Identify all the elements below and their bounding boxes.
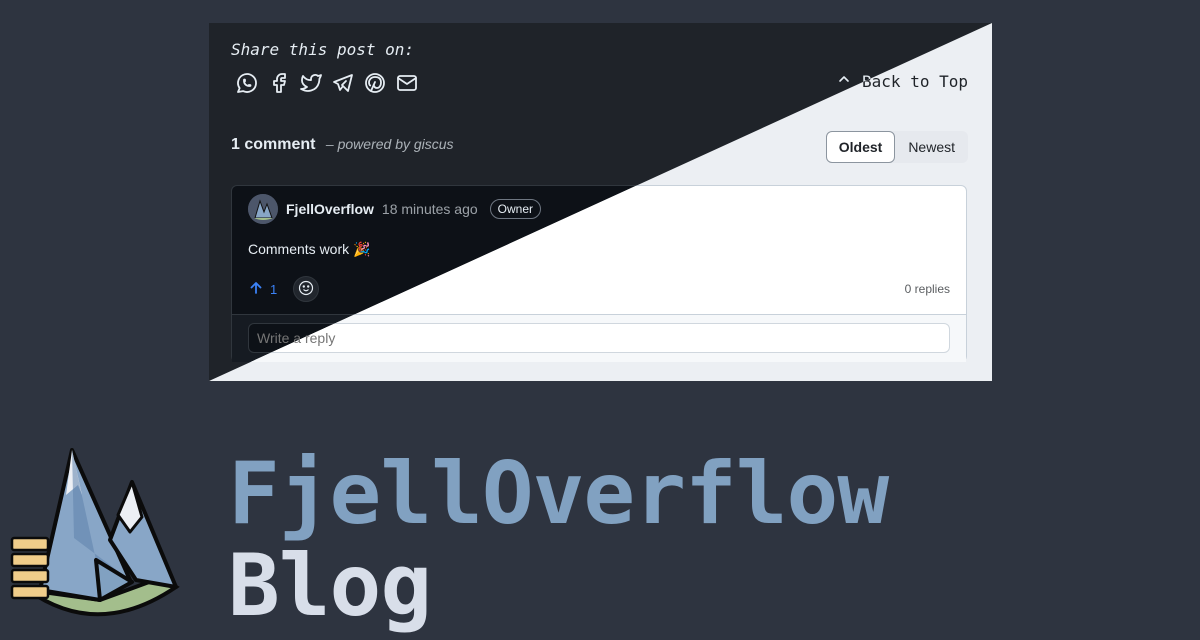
share-title: Share this post on: bbox=[231, 40, 415, 59]
reply-count: 0 replies bbox=[904, 282, 950, 296]
reply-input[interactable] bbox=[248, 323, 950, 353]
smiley-icon bbox=[298, 280, 314, 299]
sort-oldest-button[interactable]: Oldest bbox=[825, 131, 896, 163]
comment-time[interactable]: 18 minutes ago bbox=[382, 201, 478, 217]
comment-count: 1 comment bbox=[231, 136, 316, 153]
mountain-logo-icon bbox=[248, 194, 278, 224]
avatar[interactable] bbox=[248, 194, 278, 224]
pinterest-icon[interactable] bbox=[363, 71, 387, 95]
comment-header: FjellOverflow 18 minutes ago Owner bbox=[248, 194, 541, 224]
site-title[interactable]: FjellOverflow Blog bbox=[228, 444, 889, 636]
owner-badge: Owner bbox=[489, 199, 541, 219]
sort-toggle: Oldest Newest bbox=[825, 131, 968, 163]
comment-body: Comments work 🎉 bbox=[248, 241, 371, 257]
comment-actions: 1 bbox=[248, 276, 320, 302]
arrow-up-icon bbox=[248, 280, 264, 299]
upvote-button[interactable]: 1 bbox=[248, 280, 277, 299]
site-title-line1: FjellOverflow bbox=[228, 444, 889, 544]
facebook-icon[interactable] bbox=[267, 71, 291, 95]
sort-newest-button[interactable]: Newest bbox=[895, 131, 968, 163]
site-title-line2: Blog bbox=[228, 536, 432, 636]
giscus-screenshot: Share this post on: Back to Top 1 commen… bbox=[209, 23, 992, 381]
telegram-icon[interactable] bbox=[331, 71, 355, 95]
site-logo[interactable] bbox=[10, 440, 185, 630]
twitter-icon[interactable] bbox=[299, 71, 323, 95]
mountain-logo-icon bbox=[10, 448, 180, 617]
powered-by: – powered by giscus bbox=[325, 136, 454, 152]
reply-area bbox=[232, 314, 966, 362]
whatsapp-icon[interactable] bbox=[235, 71, 259, 95]
add-reaction-button[interactable] bbox=[293, 276, 320, 302]
mail-icon[interactable] bbox=[395, 71, 419, 95]
comment-author[interactable]: FjellOverflow bbox=[286, 201, 374, 217]
share-icons bbox=[235, 71, 419, 95]
chevron-up-icon bbox=[836, 71, 852, 91]
upvote-count: 1 bbox=[270, 281, 278, 297]
comment-count-header: 1 comment – powered by giscus bbox=[231, 136, 454, 154]
